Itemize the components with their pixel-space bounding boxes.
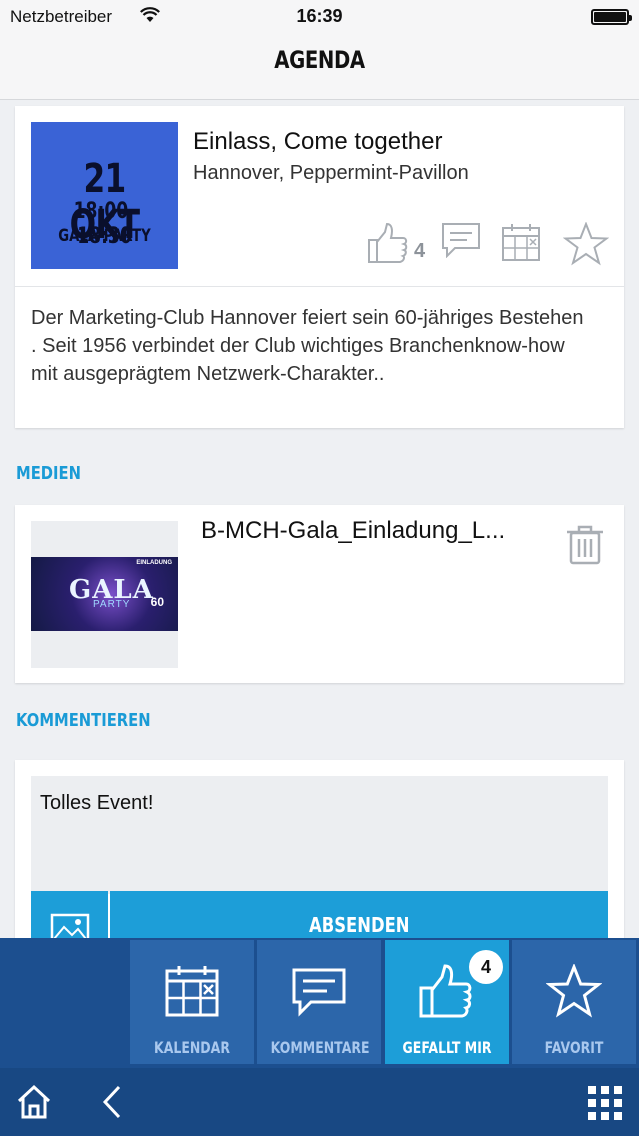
event-actions: 4 (367, 222, 612, 266)
comment-icon (292, 968, 346, 1017)
event-date-tile: 21 OKT 18:00-18:30 GALA-PARTY (31, 122, 178, 269)
star-icon[interactable] (563, 222, 609, 266)
calendar-icon (165, 966, 219, 1017)
like-count-badge: 4 (469, 950, 503, 984)
send-button-label: ABSENDEN (308, 913, 410, 937)
gala-invitation-image: EINLADUNG GALA PARTY 60 (31, 557, 178, 631)
divider (15, 286, 624, 287)
tile-comments[interactable]: KOMMENTARE (257, 940, 381, 1064)
comment-section-label: KOMMENTIEREN (16, 710, 151, 731)
tile-favorite[interactable]: FAVORIT (512, 940, 636, 1064)
thumb-subtitle: PARTY (93, 599, 131, 610)
status-bar: Netzbetreiber 16:39 (0, 0, 639, 34)
page-title: AGENDA (274, 46, 365, 74)
trash-icon[interactable] (567, 525, 603, 565)
event-card: 21 OKT 18:00-18:30 GALA-PARTY Einlass, C… (15, 106, 624, 428)
clock: 16:39 (296, 6, 343, 26)
event-tag: GALA-PARTY (58, 226, 151, 246)
media-section-label: MEDIEN (16, 463, 81, 484)
tile-label: GEFALLT MIR (402, 1038, 492, 1057)
back-chevron-icon[interactable] (100, 1084, 124, 1120)
thumbs-up-icon[interactable] (367, 222, 411, 264)
bottom-action-bar: KALENDAR KOMMENTARE 4 GEFALLT MIR FAVORI… (0, 938, 639, 1136)
thumbs-up-icon (419, 964, 472, 1018)
media-file-name[interactable]: B-MCH-Gala_Einladung_L... (201, 517, 541, 545)
star-icon (546, 964, 602, 1018)
thumb-top-text: EINLADUNG (136, 560, 172, 566)
thumb-number: 60 (150, 595, 164, 609)
home-icon[interactable] (16, 1084, 52, 1120)
top-bar: Netzbetreiber 16:39 AGENDA (0, 0, 639, 100)
tile-label: KOMMENTARE (270, 1038, 370, 1057)
tile-calendar[interactable]: KALENDAR (130, 940, 254, 1064)
tile-label: KALENDAR (154, 1038, 230, 1057)
event-description: Der Marketing-Club Hannover feiert sein … (31, 307, 584, 385)
bottom-nav (0, 1068, 639, 1136)
comment-icon[interactable] (441, 222, 481, 258)
action-tiles: KALENDAR KOMMENTARE 4 GEFALLT MIR FAVORI… (130, 940, 639, 1064)
event-location: Hannover, Peppermint-Pavillon (193, 162, 469, 184)
battery-icon (591, 9, 632, 25)
like-count: 4 (414, 240, 426, 262)
tile-like[interactable]: 4 GEFALLT MIR (385, 940, 509, 1064)
comment-input[interactable]: Tolles Event! (31, 776, 608, 894)
calendar-icon[interactable] (501, 222, 541, 262)
grid-menu-icon[interactable] (588, 1086, 622, 1120)
media-thumbnail[interactable]: EINLADUNG GALA PARTY 60 (31, 521, 178, 668)
tile-label: FAVORIT (544, 1038, 604, 1057)
media-card[interactable]: EINLADUNG GALA PARTY 60 B-MCH-Gala_Einla… (15, 505, 624, 683)
event-title: Einlass, Come together (193, 128, 443, 155)
comment-card: Tolles Event! ABSENDEN (15, 760, 624, 951)
